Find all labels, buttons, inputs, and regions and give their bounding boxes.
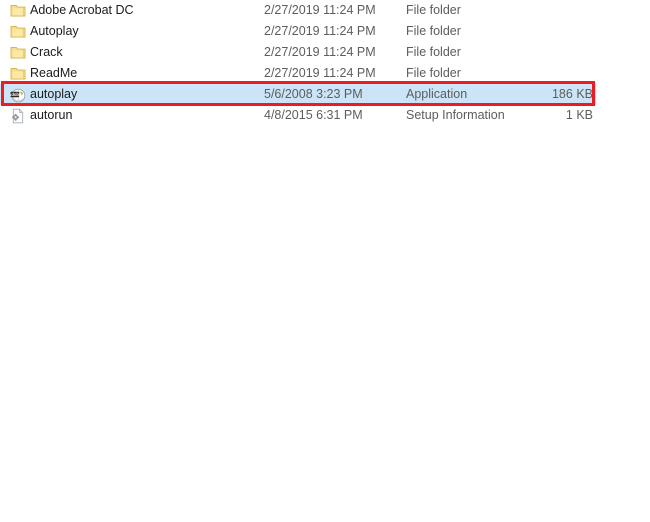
file-date-modified: 2/27/2019 11:24 PM [264, 3, 376, 17]
file-name: Crack [30, 45, 63, 59]
file-row[interactable]: Crack 2/27/2019 11:24 PM File folder [0, 42, 650, 63]
file-type: File folder [406, 24, 461, 38]
file-row[interactable]: Autoplay 2/27/2019 11:24 PM File folder [0, 21, 650, 42]
file-date-modified: 4/8/2015 6:31 PM [264, 108, 363, 122]
file-date-modified: 2/27/2019 11:24 PM [264, 66, 376, 80]
file-row[interactable]: Adobeautoplay5/6/2008 3:23 PMApplication… [0, 81, 596, 106]
file-type: File folder [406, 66, 461, 80]
file-row[interactable]: Adobe Acrobat DC 2/27/2019 11:24 PM File f… [0, 0, 650, 21]
file-size: 1 KB [565, 108, 593, 122]
file-size: 186 KB [551, 87, 593, 101]
file-name: autorun [30, 108, 73, 122]
folder-icon [10, 66, 26, 82]
folder-icon [10, 45, 26, 61]
file-date-modified: 2/27/2019 11:24 PM [264, 24, 376, 38]
file-name: Adobe Acrobat DC [30, 3, 134, 17]
file-name: Autoplay [30, 24, 79, 38]
file-list[interactable]: Adobe Acrobat DC 2/27/2019 11:24 PM File f… [0, 0, 650, 126]
file-name: ReadMe [30, 66, 78, 80]
setup-information-icon [10, 108, 26, 124]
svg-text:Adobe: Adobe [10, 92, 22, 97]
file-row[interactable]: autorun 4/8/2015 6:31 PM Setup Information… [0, 105, 650, 126]
file-type: File folder [406, 45, 461, 59]
adobe-application-icon: Adobe [10, 87, 26, 103]
file-name: autoplay [30, 87, 78, 101]
file-row[interactable]: ReadMe 2/27/2019 11:24 PM File folder [0, 63, 650, 84]
folder-icon [10, 24, 26, 40]
folder-icon [10, 3, 26, 19]
file-type: File folder [406, 3, 461, 17]
file-date-modified: 5/6/2008 3:23 PM [264, 87, 363, 101]
file-date-modified: 2/27/2019 11:24 PM [264, 45, 376, 59]
